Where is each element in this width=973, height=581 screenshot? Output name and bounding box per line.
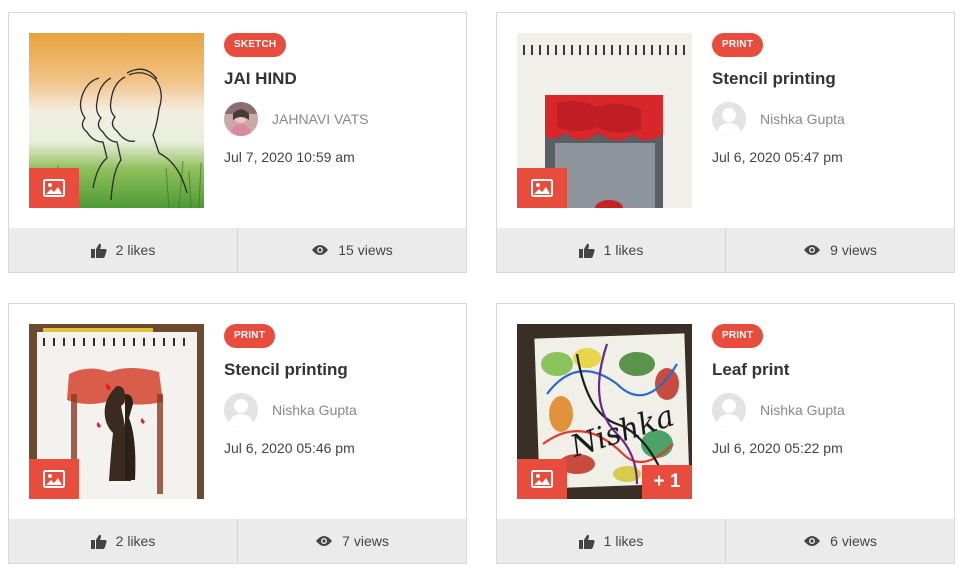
image-icon <box>43 179 65 197</box>
likes-count: 2 likes <box>115 533 156 549</box>
likes-stat[interactable]: 1 likes <box>497 519 725 563</box>
avatar[interactable] <box>712 102 746 136</box>
post-thumbnail[interactable]: Nishka + 1 <box>517 324 692 499</box>
likes-count: 1 likes <box>603 533 644 549</box>
more-images-badge[interactable]: + 1 <box>642 465 692 499</box>
post-stats: 1 likes 9 views <box>497 228 954 272</box>
post-date: Jul 6, 2020 05:22 pm <box>712 440 843 456</box>
eye-icon <box>804 245 821 255</box>
avatar[interactable] <box>224 393 258 427</box>
thumbs-up-icon <box>578 243 595 258</box>
post-stats: 2 likes 7 views <box>9 519 466 563</box>
post-info: PRINT Stencil printing Nishka Gupta Jul … <box>224 324 456 456</box>
image-icon-badge[interactable] <box>517 459 567 499</box>
author-name[interactable]: JAHNAVI VATS <box>272 111 368 127</box>
views-count: 9 views <box>830 242 877 258</box>
post-title[interactable]: Stencil printing <box>224 360 456 380</box>
photo-avatar-image <box>224 102 258 136</box>
post-title[interactable]: JAI HIND <box>224 69 456 89</box>
author-name[interactable]: Nishka Gupta <box>760 402 845 418</box>
post-thumbnail[interactable] <box>29 33 204 208</box>
post-info: PRINT Leaf print Nishka Gupta Jul 6, 202… <box>712 324 944 456</box>
views-count: 6 views <box>830 533 877 549</box>
post-info: SKETCH JAI HIND JAHNAVI VATS Jul 7, 2020… <box>224 33 456 165</box>
avatar[interactable] <box>224 102 258 136</box>
post-title[interactable]: Stencil printing <box>712 69 944 89</box>
likes-count: 1 likes <box>603 242 644 258</box>
default-avatar-icon <box>224 393 258 427</box>
post-date: Jul 6, 2020 05:46 pm <box>224 440 355 456</box>
views-stat: 9 views <box>725 228 954 272</box>
category-tag[interactable]: SKETCH <box>224 33 287 57</box>
image-icon <box>43 470 65 488</box>
views-stat: 7 views <box>237 519 466 563</box>
avatar[interactable] <box>712 393 746 427</box>
author-name[interactable]: Nishka Gupta <box>272 402 357 418</box>
post-card[interactable]: SKETCH JAI HIND JAHNAVI VATS Jul 7, 2020… <box>8 12 467 273</box>
category-tag[interactable]: PRINT <box>712 33 763 57</box>
views-count: 7 views <box>342 533 389 549</box>
views-stat: 15 views <box>237 228 466 272</box>
eye-icon <box>804 536 821 546</box>
image-icon <box>531 470 553 488</box>
post-stats: 2 likes 15 views <box>9 228 466 272</box>
post-stats: 1 likes 6 views <box>497 519 954 563</box>
default-avatar-icon <box>712 102 746 136</box>
post-card[interactable]: Nishka + 1 PRINT Leaf print Nishka Gupta <box>496 303 955 564</box>
author-row[interactable]: JAHNAVI VATS <box>224 102 456 136</box>
likes-count: 2 likes <box>115 242 156 258</box>
post-card[interactable]: PRINT Stencil printing Nishka Gupta Jul … <box>496 12 955 273</box>
views-count: 15 views <box>338 242 393 258</box>
post-thumbnail[interactable] <box>517 33 692 208</box>
post-date: Jul 7, 2020 10:59 am <box>224 149 355 165</box>
post-thumbnail[interactable] <box>29 324 204 499</box>
post-title[interactable]: Leaf print <box>712 360 944 380</box>
author-row[interactable]: Nishka Gupta <box>224 393 456 427</box>
image-icon-badge[interactable] <box>29 459 79 499</box>
thumbs-up-icon <box>578 534 595 549</box>
post-card[interactable]: PRINT Stencil printing Nishka Gupta Jul … <box>8 303 467 564</box>
post-info: PRINT Stencil printing Nishka Gupta Jul … <box>712 33 944 165</box>
author-row[interactable]: Nishka Gupta <box>712 393 944 427</box>
likes-stat[interactable]: 1 likes <box>497 228 725 272</box>
likes-stat[interactable]: 2 likes <box>9 228 237 272</box>
post-date: Jul 6, 2020 05:47 pm <box>712 149 843 165</box>
thumbs-up-icon <box>90 243 107 258</box>
views-stat: 6 views <box>725 519 954 563</box>
image-icon-badge[interactable] <box>29 168 79 208</box>
author-name[interactable]: Nishka Gupta <box>760 111 845 127</box>
image-icon <box>531 179 553 197</box>
likes-stat[interactable]: 2 likes <box>9 519 237 563</box>
author-row[interactable]: Nishka Gupta <box>712 102 944 136</box>
image-icon-badge[interactable] <box>517 168 567 208</box>
eye-icon <box>312 245 329 255</box>
default-avatar-icon <box>712 393 746 427</box>
category-tag[interactable]: PRINT <box>224 324 275 348</box>
thumbs-up-icon <box>90 534 107 549</box>
category-tag[interactable]: PRINT <box>712 324 763 348</box>
eye-icon <box>316 536 333 546</box>
